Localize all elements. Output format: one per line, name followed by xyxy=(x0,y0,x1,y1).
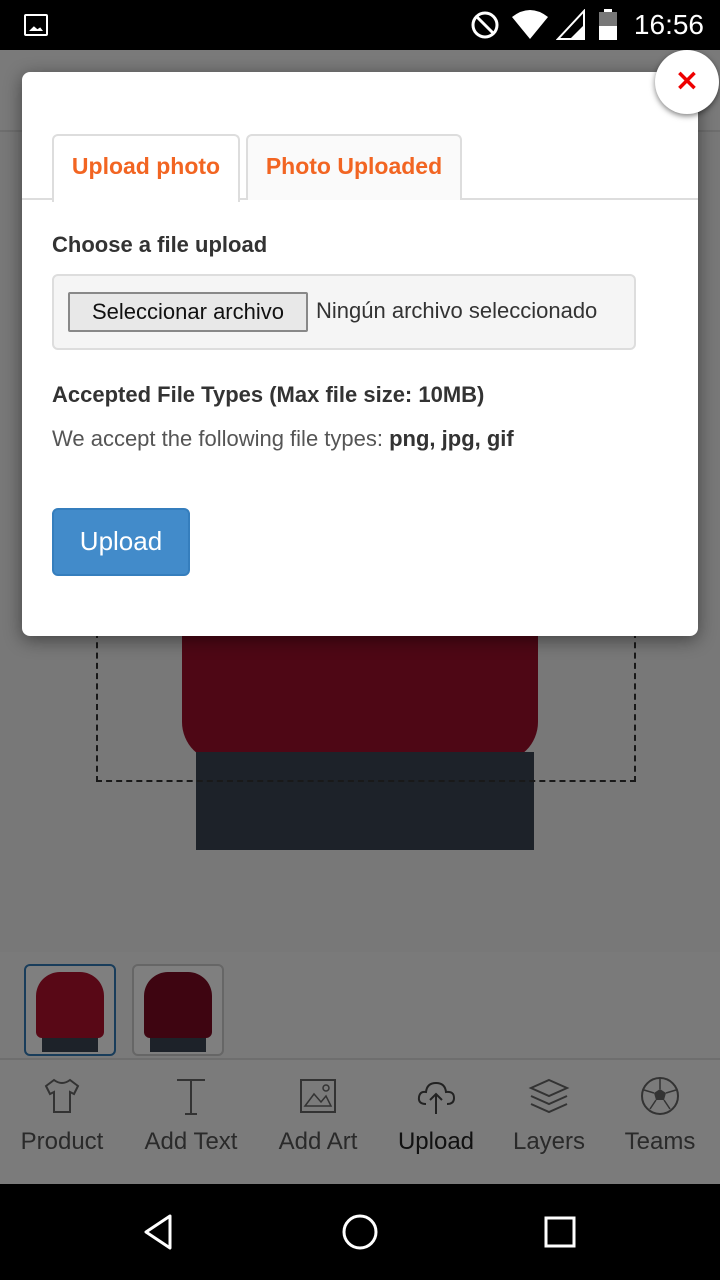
tab-photo-uploaded[interactable]: Photo Uploaded xyxy=(246,134,462,200)
choose-file-title: Choose a file upload xyxy=(52,232,268,257)
wifi-icon xyxy=(512,10,548,39)
do-not-disturb-icon xyxy=(471,11,499,39)
close-icon: × xyxy=(674,63,700,98)
upload-button[interactable]: Upload xyxy=(52,508,190,576)
modal-tabs: Upload photo Photo Uploaded xyxy=(22,134,698,202)
battery-icon xyxy=(599,9,617,40)
recents-icon[interactable] xyxy=(538,1210,582,1254)
file-input[interactable]: Seleccionar archivo Ningún archivo selec… xyxy=(52,274,636,350)
signal-icon xyxy=(556,9,585,40)
back-icon[interactable] xyxy=(138,1210,182,1254)
image-notification-icon xyxy=(24,14,48,36)
accepted-types-text: We accept the following file types: png,… xyxy=(52,426,514,452)
status-clock: 16:56 xyxy=(633,9,704,40)
close-modal-button[interactable]: × xyxy=(655,50,719,114)
navigation-bar xyxy=(0,1184,720,1280)
accepted-types-title: Accepted File Types (Max file size: 10MB… xyxy=(52,382,485,407)
home-icon[interactable] xyxy=(338,1210,382,1254)
types-list: png, jpg, gif xyxy=(389,426,514,451)
types-prefix: We accept the following file types: xyxy=(52,426,390,451)
tab-upload-photo[interactable]: Upload photo xyxy=(52,134,240,202)
status-bar: 16:56 xyxy=(0,0,720,50)
select-file-button[interactable]: Seleccionar archivo xyxy=(68,292,308,332)
upload-modal: Upload photo Photo Uploaded Choose a fil… xyxy=(22,72,698,636)
file-status-text: Ningún archivo seleccionado xyxy=(316,298,598,323)
